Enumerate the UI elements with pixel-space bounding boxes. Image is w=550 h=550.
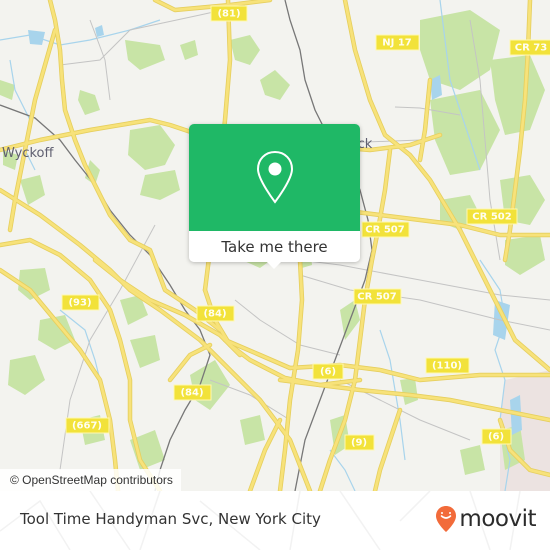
moovit-wordmark: moovit xyxy=(459,506,536,532)
location-popup[interactable]: Take me there xyxy=(189,124,360,269)
footer-bar: Tool Time Handyman Svc, New York City mo… xyxy=(0,491,550,550)
route-shield-cr507: CR 507 xyxy=(361,221,410,238)
route-shield-84: (84) xyxy=(196,305,235,322)
popup-pointer xyxy=(267,262,281,269)
route-shield-93: (93) xyxy=(61,294,100,311)
route-shield-9: (9) xyxy=(344,434,375,451)
route-shield-cr73: CR 73 xyxy=(509,39,550,56)
route-shield-nj17: NJ 17 xyxy=(375,34,420,51)
svg-text:(6): (6) xyxy=(320,367,336,378)
svg-text:(84): (84) xyxy=(180,388,203,399)
svg-text:CR 507: CR 507 xyxy=(365,225,404,236)
route-shield-6: (6) xyxy=(481,428,512,445)
svg-text:(93): (93) xyxy=(68,298,91,309)
svg-text:(84): (84) xyxy=(203,309,226,320)
svg-text:CR 507: CR 507 xyxy=(357,292,396,303)
popup-header xyxy=(189,124,360,231)
svg-text:(667): (667) xyxy=(72,421,102,432)
map-attribution[interactable]: © OpenStreetMap contributors xyxy=(0,469,181,491)
moovit-pin-icon xyxy=(436,506,457,532)
svg-text:CR 73: CR 73 xyxy=(515,43,547,54)
route-shield-6: (6) xyxy=(312,363,344,380)
svg-text:(9): (9) xyxy=(351,438,367,449)
svg-text:(6): (6) xyxy=(488,432,504,443)
route-shield-110: (110) xyxy=(425,357,470,374)
map-canvas[interactable]: Wyckoff ick (81) NJ 17 CR 73 CR 502 CR 5… xyxy=(0,0,550,550)
place-label-wyckoff: Wyckoff xyxy=(2,146,54,161)
route-shield-81: (81) xyxy=(210,5,248,22)
map-pin-icon xyxy=(256,150,293,204)
moovit-logo[interactable]: moovit xyxy=(435,501,536,537)
route-shield-84: (84) xyxy=(173,384,212,401)
svg-text:CR 502: CR 502 xyxy=(472,212,511,223)
route-shield-cr507: CR 507 xyxy=(353,288,402,305)
svg-text:NJ 17: NJ 17 xyxy=(382,38,412,49)
route-shield-cr502: CR 502 xyxy=(466,208,518,225)
svg-text:(81): (81) xyxy=(217,9,240,20)
place-title: Tool Time Handyman Svc, New York City xyxy=(20,510,321,528)
take-me-there-button[interactable]: Take me there xyxy=(189,231,360,262)
svg-text:(110): (110) xyxy=(432,361,462,372)
route-shield-667: (667) xyxy=(65,417,110,434)
